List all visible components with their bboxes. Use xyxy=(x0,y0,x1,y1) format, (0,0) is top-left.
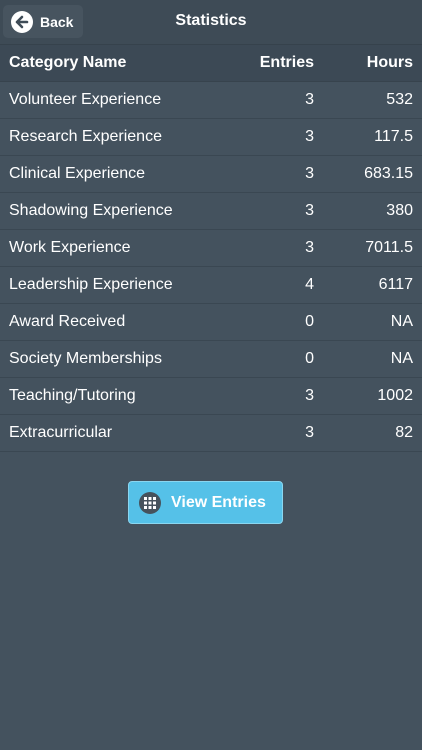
hours-cell: 1002 xyxy=(377,387,413,404)
table-header: Category Name Entries Hours xyxy=(0,45,422,82)
hours-cell: 117.5 xyxy=(374,128,413,145)
hours-cell: 532 xyxy=(386,91,413,108)
grid-icon xyxy=(139,491,161,514)
table-row: Teaching/Tutoring 3 1002 xyxy=(0,378,422,415)
hours-cell: 6117 xyxy=(378,276,413,293)
entries-cell: 3 xyxy=(305,91,314,108)
table-row: Leadership Experience 4 6117 xyxy=(0,267,422,304)
category-name-cell: Work Experience xyxy=(9,239,131,256)
page-title: Statistics xyxy=(175,12,247,29)
entries-cell: 3 xyxy=(305,424,314,441)
table-row: Research Experience 3 117.5 xyxy=(0,119,422,156)
hours-cell: 82 xyxy=(395,424,413,441)
entries-cell: 3 xyxy=(305,387,314,404)
hours-cell: NA xyxy=(390,313,413,330)
column-header-entries: Entries xyxy=(259,54,314,71)
table-row: Clinical Experience 3 683.15 xyxy=(0,156,422,193)
category-name-cell: Clinical Experience xyxy=(9,165,146,182)
entries-cell: 0 xyxy=(305,350,314,367)
entries-cell: 3 xyxy=(305,239,314,256)
column-header-hours: Hours xyxy=(366,54,413,71)
table-row: Society Memberships 0 NA xyxy=(0,341,422,378)
column-header-category-name: Category Name xyxy=(9,54,127,71)
category-name-cell: Award Received xyxy=(9,313,126,330)
category-name-cell: Society Memberships xyxy=(9,350,162,367)
hours-cell: NA xyxy=(390,350,413,367)
entries-cell: 3 xyxy=(305,202,314,219)
table-row: Work Experience 3 7011.5 xyxy=(0,230,422,267)
navigation-bar: Back Statistics xyxy=(0,0,422,45)
category-name-cell: Research Experience xyxy=(9,128,162,145)
hours-cell: 7011.5 xyxy=(365,239,413,256)
hours-cell: 683.15 xyxy=(364,165,413,182)
entries-cell: 4 xyxy=(305,276,314,293)
entries-cell: 3 xyxy=(305,128,314,145)
statistics-table: Volunteer Experience 3 532 Research Expe… xyxy=(0,82,422,452)
hours-cell: 380 xyxy=(386,202,413,219)
table-row: Award Received 0 NA xyxy=(0,304,422,341)
category-name-cell: Shadowing Experience xyxy=(9,202,173,219)
table-row: Volunteer Experience 3 532 xyxy=(0,82,422,119)
table-row: Shadowing Experience 3 380 xyxy=(0,193,422,230)
category-name-cell: Teaching/Tutoring xyxy=(9,387,136,404)
category-name-cell: Volunteer Experience xyxy=(9,91,162,108)
entries-cell: 0 xyxy=(305,313,314,330)
category-name-cell: Leadership Experience xyxy=(9,276,173,293)
view-entries-label: View Entries xyxy=(171,493,266,511)
entries-cell: 3 xyxy=(305,165,314,182)
view-entries-button[interactable]: View Entries xyxy=(128,481,283,524)
category-name-cell: Extracurricular xyxy=(9,424,113,441)
table-row: Extracurricular 3 82 xyxy=(0,415,422,452)
